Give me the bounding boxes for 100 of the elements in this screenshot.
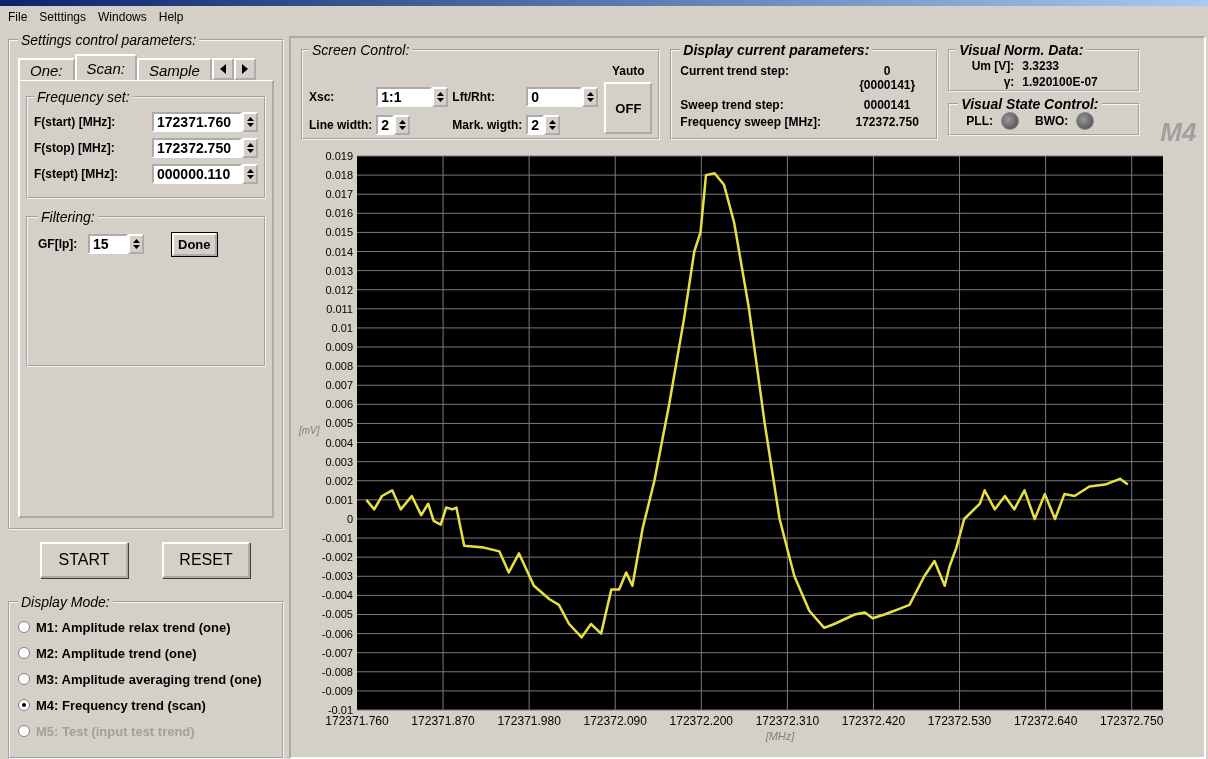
radio-label: M1: Amplitude relax trend (one) [36,619,231,635]
axis-tick-label: -0.006 [321,627,353,640]
axis-tick-label: 0.006 [325,398,353,411]
group-title: Screen Control: [311,42,411,58]
tab[interactable]: One: [18,58,75,80]
param-value: {0000141} [859,78,916,92]
field-label: GF[lp]: [38,237,79,251]
axis-tick-label: 0.002 [325,474,353,487]
axis-tick-label: -0.007 [321,646,353,659]
axis-tick-label: 0.012 [325,283,353,296]
axis-tick-label: -0.008 [321,665,353,678]
axis-tick-label: 0.004 [325,436,353,449]
field-label: F(stop) [MHz]: [34,141,116,155]
menu-item[interactable]: Setttings [33,10,93,24]
radio-button[interactable] [18,647,30,659]
axis-tick-label: 172372.200 [669,714,733,728]
radio-label: M4: Frequency trend (scan) [36,697,206,713]
input-field[interactable]: 172371.760 [152,112,242,132]
yauto-label: Yauto [612,64,645,78]
action-button[interactable]: RESET [162,542,250,578]
input-field[interactable]: 15 [88,234,128,254]
axis-tick-label: 0.008 [325,360,353,373]
axis-tick-label: 0.015 [325,226,353,239]
spin-button[interactable] [432,86,449,107]
spin-button[interactable] [242,138,258,158]
input-field[interactable]: 172372.750 [152,138,242,158]
axis-tick-label: 172371.870 [411,714,475,728]
input-field[interactable]: 2 [526,115,545,136]
axis-tick-label: -0.001 [321,532,353,545]
done-button[interactable]: Done [172,232,217,256]
param-value: 0 [883,64,891,78]
param-value: 172372.750 [855,115,919,129]
param-value: 3.3233 [1022,59,1060,73]
toggle-button[interactable]: OFF [604,82,653,134]
field-label: F(stept) [MHz]: [34,167,119,181]
group-title: Settings control parameters: [20,32,198,48]
radio-button[interactable] [18,699,30,711]
axis-tick-label: 0.001 [325,493,353,506]
axis-tick-label: 172371.760 [325,714,389,728]
axis-tick-label: 0.019 [325,150,353,162]
menu-item[interactable]: Help [152,10,190,24]
axis-tick-label: -0.004 [321,589,353,602]
axis-tick-label: 0.017 [325,188,353,201]
radio-label: M3: Amplitude averaging trend (one) [36,671,262,687]
scroll-right-button[interactable] [233,58,256,80]
spin-button[interactable] [242,164,258,184]
spin-button[interactable] [242,112,258,132]
axis-tick-label: 172372.530 [927,714,992,728]
axis-tick-label: 0.011 [326,302,353,315]
axis-tick-label: -0.005 [321,608,353,621]
spin-button[interactable] [394,115,411,136]
field-label: Mark. wigth: [452,118,523,133]
spin-button[interactable] [582,86,599,107]
param-value: 1.920100E-07 [1022,75,1098,89]
axis-tick-label: -0.009 [321,684,353,697]
field-label: Xsc: [309,89,336,104]
axis-tick-label: 0.01 [331,321,353,334]
axis-tick-label: 172371.980 [497,714,561,728]
group-title: Frequency set: [36,89,131,105]
up-down-arrows-icon [585,89,595,104]
group-title: Filtering: [40,209,96,225]
input-field[interactable]: 0 [526,86,583,107]
up-down-arrows-icon [547,118,557,133]
axis-tick-label: -0.002 [321,551,353,564]
axis-tick-label: 0.014 [325,245,353,258]
menu-item[interactable]: File [2,10,34,24]
spin-button[interactable] [544,115,561,136]
tab[interactable]: Sample [136,58,212,80]
axis-tick-label: 0.013 [325,264,353,277]
axis-tick-label: -0.003 [321,570,353,583]
input-field[interactable]: 1:1 [376,86,433,107]
scroll-left-button[interactable] [211,58,234,80]
group-title: Display current parameters: [682,42,871,58]
axis-title: [mV] [299,425,320,436]
field-label: F(start) [MHz]: [34,115,117,129]
axis-tick-label: 172372.640 [1013,714,1078,728]
action-button[interactable]: START [40,542,128,578]
group-title: Display Mode: [20,594,111,610]
axis-tick-label: 172372.310 [755,714,820,728]
axis-tick-label: 0.009 [325,341,353,354]
right-arrow-icon [241,64,248,74]
radio-button[interactable] [18,673,30,685]
axis-tick-label: -0.01 [327,704,353,716]
up-down-arrows-icon [397,118,407,133]
axis-tick-label: 172372.090 [583,714,647,728]
input-field[interactable]: 000000.110 [152,164,242,184]
param-label: Current trend step: [680,64,791,80]
up-down-arrows-icon [245,167,255,181]
spin-button[interactable] [128,234,144,254]
param-label: Um [V]: [970,59,1015,73]
menu-item[interactable]: Windows [92,10,153,24]
tab[interactable]: Scan: [74,54,137,80]
up-down-arrows-icon [245,141,255,155]
axis-tick-label: 0 [346,512,353,525]
param-label: Sweep trend step: [680,98,785,114]
input-field[interactable]: 2 [376,115,395,136]
radio-button[interactable] [18,621,30,633]
axis-tick-label: 0.018 [325,169,353,182]
radio-label: M2: Amplitude trend (one) [36,645,197,661]
axis-title: [MHz] [765,730,795,742]
